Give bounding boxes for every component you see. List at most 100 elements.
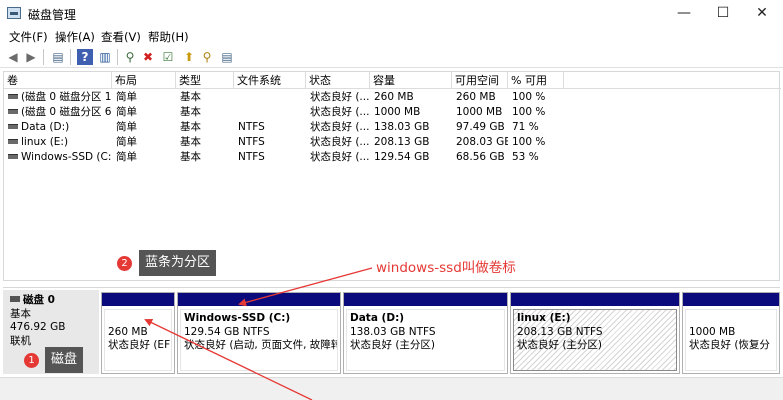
toolbar-separator (117, 49, 118, 65)
disk-icon (10, 296, 20, 302)
partition-data[interactable]: Data (D:) 138.03 GB NTFS 状态良好 (主分区) (343, 292, 508, 374)
partition-windows-ssd[interactable]: Windows-SSD (C:) 129.54 GB NTFS 状态良好 (启动… (177, 292, 341, 374)
column-header-free-space[interactable]: 可用空间 (452, 72, 508, 89)
disk-size: 476.92 GB (10, 321, 66, 333)
cell-filesystem: NTFS (238, 151, 265, 163)
partition-bar (344, 293, 507, 306)
partition-efi[interactable]: 260 MB 状态良好 (EFI 系 (101, 292, 175, 374)
cell-type: 基本 (180, 91, 201, 103)
cell-layout: 简单 (116, 121, 137, 133)
cell-free-space: 1000 MB (456, 106, 503, 118)
maximize-button[interactable]: ☐ (703, 2, 743, 24)
cell-volume: linux (E:) (6, 135, 112, 150)
column-header-layout[interactable]: 布局 (112, 72, 176, 89)
partition-info: Windows-SSD (C:) 129.54 GB NTFS 状态良好 (启动… (180, 309, 338, 371)
partition-name (689, 312, 773, 326)
partition-status: 状态良好 (主分区) (517, 339, 603, 351)
help-icon[interactable]: ? (77, 49, 93, 65)
callout-number-2: 2 (117, 256, 132, 271)
cell-percent-free: 71 % (512, 121, 539, 133)
partition-size: 138.03 GB NTFS (350, 325, 436, 338)
table-row[interactable]: (磁盘 0 磁盘分区 6) 简单 基本 状态良好 (... 1000 MB 10… (4, 105, 781, 120)
cell-volume: Data (D:) (6, 120, 112, 135)
back-icon[interactable]: ◀ (5, 49, 21, 65)
cell-free-space: 208.03 GB (456, 136, 508, 148)
volume-name: linux (E:) (21, 136, 69, 148)
partition-bar (102, 293, 174, 306)
forward-icon[interactable]: ▶ (23, 49, 39, 65)
window-title: 磁盘管理 (28, 8, 77, 22)
toolbar-separator (70, 49, 71, 65)
volume-icon (8, 139, 18, 144)
disk-status: 联机 (10, 334, 31, 347)
cell-volume: Windows-SSD (C:) (6, 150, 112, 165)
cell-percent-free: 100 % (512, 91, 546, 103)
column-header-type[interactable]: 类型 (176, 72, 234, 89)
close-button[interactable]: ✕ (742, 2, 782, 24)
cell-layout: 简单 (116, 91, 137, 103)
table-row[interactable]: Data (D:) 简单 基本 NTFS 状态良好 (... 138.03 GB… (4, 120, 781, 135)
column-header-capacity[interactable]: 容量 (370, 72, 452, 89)
cell-status: 状态良好 (... (310, 151, 370, 163)
table-header: 卷 布局 类型 文件系统 状态 容量 可用空间 % 可用 (4, 72, 781, 89)
cell-type: 基本 (180, 106, 201, 118)
toolbar: ◀ ▶ ▤ ? ▥ ⚲ ✖ ☑ ⬆ ⚲ ▤ (0, 45, 783, 68)
volume-name: (磁盘 0 磁盘分区 1) (21, 91, 112, 103)
cell-status: 状态良好 (... (310, 121, 370, 133)
cell-capacity: 138.03 GB (374, 121, 430, 133)
properties-icon[interactable]: ▥ (97, 49, 113, 65)
minimize-button[interactable]: — (664, 2, 704, 24)
volume-icon (8, 94, 18, 99)
search-icon[interactable]: ⚲ (199, 49, 215, 65)
console-tree-icon[interactable]: ▤ (50, 49, 66, 65)
menu-action[interactable]: 操作(A) (55, 29, 95, 45)
partition-name: linux (E:) (517, 312, 571, 324)
column-header-percent-free[interactable]: % 可用 (508, 72, 564, 89)
partition-info: linux (E:) 208.13 GB NTFS 状态良好 (主分区) (513, 309, 677, 371)
menu-view[interactable]: 查看(V) (101, 29, 141, 45)
menu-file[interactable]: 文件(F) (9, 29, 48, 45)
check-icon[interactable]: ☑ (160, 49, 176, 65)
cell-volume: (磁盘 0 磁盘分区 1) (6, 90, 112, 105)
menu-help[interactable]: 帮助(H) (148, 29, 189, 45)
cell-capacity: 260 MB (374, 91, 414, 103)
disk-type: 基本 (10, 307, 31, 320)
cell-capacity: 1000 MB (374, 106, 421, 118)
partition-size: 1000 MB (689, 325, 736, 338)
partition-name: Windows-SSD (C:) (184, 312, 291, 324)
disk-name: 磁盘 0 (23, 294, 55, 306)
partition-recovery[interactable]: 1000 MB 状态良好 (恢复分 (682, 292, 780, 374)
cell-type: 基本 (180, 136, 201, 148)
callout-number-1: 1 (24, 353, 39, 368)
column-header-volume[interactable]: 卷 (4, 72, 112, 89)
delete-icon[interactable]: ✖ (140, 49, 156, 65)
column-header-filesystem[interactable]: 文件系统 (234, 72, 306, 89)
partition-info: 260 MB 状态良好 (EFI 系 (104, 309, 172, 371)
menu-bar: 文件(F) 操作(A) 查看(V) 帮助(H) (0, 28, 783, 45)
cell-capacity: 129.54 GB (374, 151, 430, 163)
volume-list: 卷 布局 类型 文件系统 状态 容量 可用空间 % 可用 (磁盘 0 磁盘分区 … (3, 71, 781, 281)
callout-disk: 磁盘 (45, 347, 84, 373)
cell-capacity: 208.13 GB (374, 136, 430, 148)
cell-layout: 简单 (116, 106, 137, 118)
table-row[interactable]: Windows-SSD (C:) 简单 基本 NTFS 状态良好 (... 12… (4, 150, 781, 165)
list-view-icon[interactable]: ▤ (219, 49, 235, 65)
toolbar-separator (43, 49, 44, 65)
cell-type: 基本 (180, 151, 201, 163)
column-header-status[interactable]: 状态 (306, 72, 370, 89)
cell-percent-free: 100 % (512, 106, 546, 118)
partition-size: 260 MB (108, 325, 148, 338)
up-folder-icon[interactable]: ⬆ (181, 49, 197, 65)
table-row[interactable]: (磁盘 0 磁盘分区 1) 简单 基本 状态良好 (... 260 MB 260… (4, 90, 781, 105)
connect-drive-icon[interactable]: ⚲ (122, 49, 138, 65)
cell-layout: 简单 (116, 136, 137, 148)
cell-status: 状态良好 (... (310, 91, 370, 103)
callout-partition-bar: 蓝条为分区 (139, 250, 217, 276)
partition-name (108, 312, 168, 326)
cell-layout: 简单 (116, 151, 137, 163)
partition-name: Data (D:) (350, 312, 405, 324)
volume-icon (8, 154, 18, 159)
partition-linux[interactable]: linux (E:) 208.13 GB NTFS 状态良好 (主分区) (510, 292, 680, 374)
status-bar (0, 377, 783, 400)
table-row[interactable]: linux (E:) 简单 基本 NTFS 状态良好 (... 208.13 G… (4, 135, 781, 150)
